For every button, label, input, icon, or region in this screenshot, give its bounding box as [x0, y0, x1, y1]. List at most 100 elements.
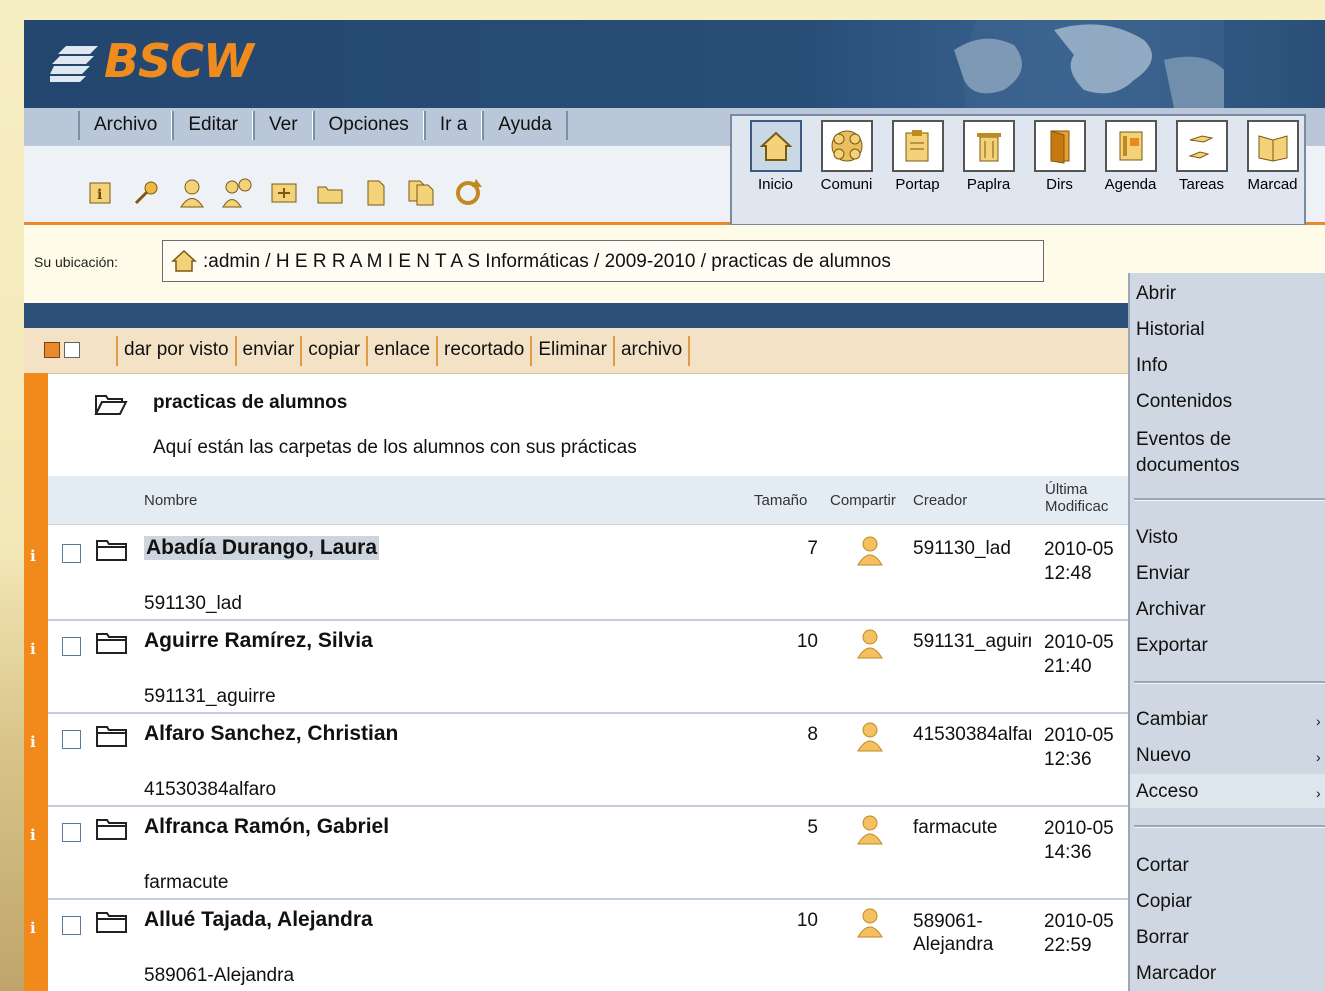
ctx-visto[interactable]: Visto: [1136, 527, 1178, 549]
row-subtitle: 589061-Alejandra: [144, 965, 295, 986]
ctx-nuevo[interactable]: Nuevo: [1136, 745, 1191, 767]
row-name-link[interactable]: Allué Tajada, Alejandra: [144, 908, 373, 932]
action-enviar[interactable]: enviar: [234, 336, 301, 366]
row-time: 12:36: [1044, 749, 1092, 770]
row-subtitle: 41530384alfaro: [144, 779, 277, 800]
row-date: 2010-05: [1044, 632, 1114, 653]
copy-icon[interactable]: [406, 176, 438, 210]
menu-archivo[interactable]: Archivo: [78, 111, 173, 140]
info-icon[interactable]: i: [30, 733, 36, 751]
row-checkbox[interactable]: [62, 823, 81, 842]
col-tamano[interactable]: Tamaño: [754, 492, 807, 509]
menu-opciones[interactable]: Opciones: [312, 111, 424, 140]
row-name-link[interactable]: Alfaro Sanchez, Christian: [144, 722, 398, 746]
share-icon[interactable]: [854, 814, 884, 846]
nav-marcad[interactable]: Marcad: [1237, 120, 1308, 193]
col-modificacion[interactable]: Última Modificac: [1045, 481, 1108, 515]
ctx-contenidos[interactable]: Contenidos: [1136, 391, 1232, 413]
share-icon[interactable]: [854, 535, 884, 567]
row-name-link[interactable]: Aguirre Ramírez, Silvia: [144, 629, 373, 653]
location-label: Su ubicación:: [34, 254, 119, 270]
nav-agenda[interactable]: Agenda: [1095, 120, 1166, 193]
door-icon: [1033, 120, 1086, 172]
nav-portap[interactable]: Portap: [882, 120, 953, 193]
select-none-checkbox[interactable]: [64, 342, 80, 358]
key-icon[interactable]: [130, 176, 162, 210]
select-all-checkbox[interactable]: [44, 342, 60, 358]
ctx-marcador[interactable]: Marcador: [1136, 963, 1216, 985]
row-creator[interactable]: 591131_aguirre: [913, 631, 1031, 653]
action-archivo[interactable]: archivo: [612, 336, 691, 366]
row-checkbox[interactable]: [62, 916, 81, 935]
nav-comuni[interactable]: Comuni: [811, 120, 882, 193]
document-icon[interactable]: [360, 176, 392, 210]
row-time: 14:36: [1044, 842, 1092, 863]
refresh-icon[interactable]: [452, 176, 484, 210]
clipboard-icon: [891, 120, 944, 172]
ctx-cortar[interactable]: Cortar: [1136, 855, 1189, 877]
nav-label: Paplra: [966, 176, 1011, 193]
row-checkbox[interactable]: [62, 730, 81, 749]
folder-icon: [96, 540, 127, 561]
home-icon[interactable]: [171, 249, 197, 273]
info-icon[interactable]: i: [84, 176, 116, 210]
action-enlace[interactable]: enlace: [366, 336, 436, 366]
share-icon[interactable]: [854, 628, 884, 660]
ctx-archivar[interactable]: Archivar: [1136, 599, 1206, 621]
move-icon[interactable]: [268, 176, 300, 210]
info-icon[interactable]: i: [30, 919, 36, 937]
row-checkbox[interactable]: [62, 637, 81, 656]
ctx-acceso[interactable]: Acceso: [1136, 781, 1198, 803]
menu-editar[interactable]: Editar: [172, 111, 253, 140]
nav-tareas[interactable]: Tareas: [1166, 120, 1237, 193]
info-icon[interactable]: i: [30, 547, 36, 565]
nav-dirs[interactable]: Dirs: [1024, 120, 1095, 193]
folder-icon: [96, 633, 127, 654]
col-creador[interactable]: Creador: [913, 492, 967, 509]
ctx-info[interactable]: Info: [1136, 355, 1168, 377]
action-dar-por-visto[interactable]: dar por visto: [116, 336, 235, 366]
ctx-borrar[interactable]: Borrar: [1136, 927, 1189, 949]
ctx-eventos-de-documentos[interactable]: Eventos de documentos: [1136, 427, 1286, 479]
nav-paplra[interactable]: Paplra: [953, 120, 1024, 193]
row-name-link[interactable]: Abadía Durango, Laura: [144, 536, 380, 560]
row-subtitle: 591131_aguirre: [144, 686, 276, 707]
row-checkbox[interactable]: [62, 544, 81, 563]
nav-inicio[interactable]: Inicio: [740, 120, 811, 193]
row-creator[interactable]: 591130_lad: [913, 538, 1031, 560]
menu-ayuda[interactable]: Ayuda: [482, 111, 568, 140]
action-recortado[interactable]: recortado: [436, 336, 530, 366]
row-creator[interactable]: farmacute: [913, 817, 1031, 839]
folder-icon: [96, 819, 127, 840]
users-icon[interactable]: [222, 176, 254, 210]
ctx-separator: [1134, 681, 1325, 684]
row-size: 10: [796, 910, 818, 931]
share-icon[interactable]: [854, 907, 884, 939]
ctx-abrir[interactable]: Abrir: [1136, 283, 1176, 305]
breadcrumb[interactable]: :admin / H E R R A M I E N T A S Informá…: [203, 251, 891, 272]
col-nombre[interactable]: Nombre: [144, 492, 197, 509]
row-name-link[interactable]: Alfranca Ramón, Gabriel: [144, 815, 389, 839]
ctx-copiar[interactable]: Copiar: [1136, 891, 1192, 913]
row-creator[interactable]: 41530384alfaro: [913, 724, 1031, 746]
ctx-exportar[interactable]: Exportar: [1136, 635, 1208, 657]
row-modified: 2010-05 12:48: [1044, 538, 1124, 586]
action-copiar[interactable]: copiar: [300, 336, 366, 366]
ctx-enviar[interactable]: Enviar: [1136, 563, 1190, 585]
share-icon[interactable]: [854, 721, 884, 753]
info-icon[interactable]: i: [30, 640, 36, 658]
col-compartir[interactable]: Compartir: [830, 492, 896, 509]
row-creator[interactable]: 589061-Alejandra: [913, 910, 1031, 956]
row-size: 10: [796, 631, 818, 652]
col-modificacion-line2: Modificac: [1045, 498, 1109, 515]
user-icon[interactable]: [176, 176, 208, 210]
location-path[interactable]: :admin / H E R R A M I E N T A S Informá…: [162, 240, 1044, 282]
info-icon[interactable]: i: [30, 826, 36, 844]
ctx-historial[interactable]: Historial: [1136, 319, 1205, 341]
menu-ver[interactable]: Ver: [253, 111, 313, 140]
left-accent-bar: [24, 373, 48, 991]
ctx-cambiar[interactable]: Cambiar: [1136, 709, 1208, 731]
action-eliminar[interactable]: Eliminar: [530, 336, 613, 366]
folder-icon[interactable]: [314, 176, 346, 210]
menu-ir-a[interactable]: Ir a: [423, 111, 483, 140]
